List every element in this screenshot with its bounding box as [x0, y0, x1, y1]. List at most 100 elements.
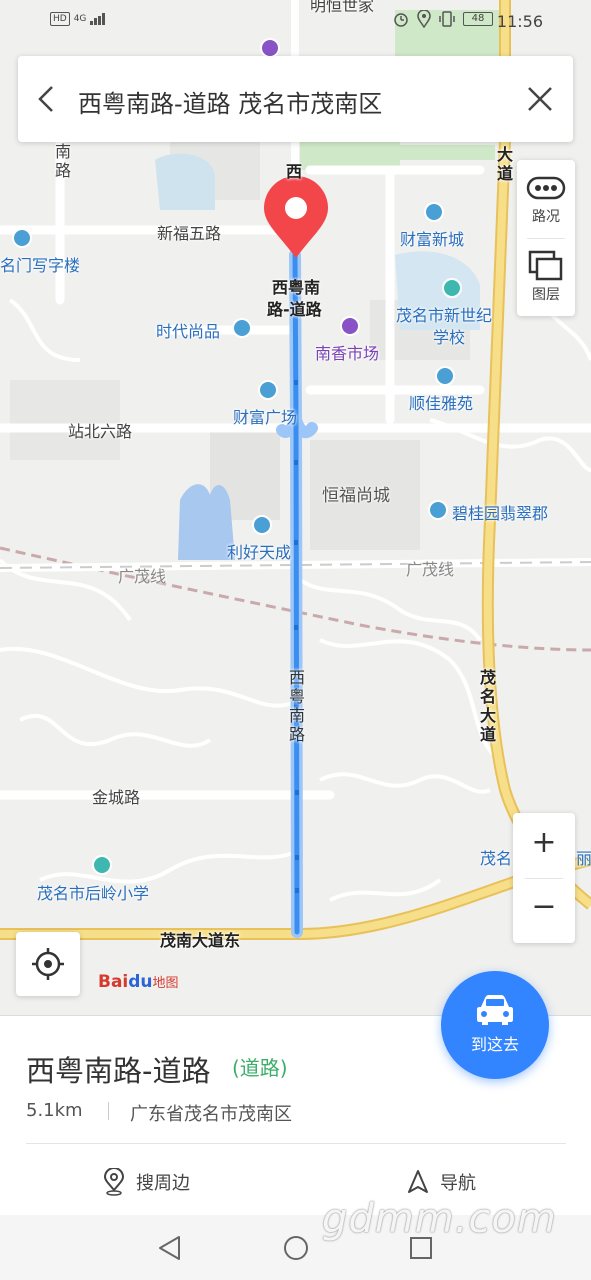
- place-distance: 5.1km: [26, 1100, 83, 1121]
- back-button[interactable]: [32, 82, 64, 116]
- close-icon: [528, 87, 552, 111]
- poi-icon: [428, 500, 448, 520]
- status-bar: HD 4G 48 11:56: [0, 0, 591, 46]
- map-label: 利好天成: [227, 543, 292, 562]
- map-label: 路-道路: [267, 300, 322, 319]
- locate-me-button[interactable]: [16, 932, 80, 996]
- map-label: 南香市场: [315, 344, 380, 363]
- map-label: 丽: [576, 849, 591, 868]
- poi-icon: [92, 855, 112, 875]
- map-label-char: 大: [496, 145, 513, 164]
- map-label: 学校: [433, 328, 466, 347]
- navigation-arrow-icon: [408, 1170, 428, 1193]
- search-bar: 西粤南路-道路 茂名市茂南区: [18, 56, 573, 142]
- poi-icon: [435, 366, 455, 386]
- map-label: 广茂线: [118, 567, 167, 586]
- map-label: 金城路: [92, 788, 141, 807]
- map-label: 西粤南: [272, 278, 321, 297]
- zoom-out-button[interactable]: −: [513, 879, 575, 943]
- poi-icon: [258, 380, 278, 400]
- crosshair-icon: [32, 948, 64, 980]
- poi-icon: [424, 202, 444, 222]
- map-view[interactable]: 明恒世家 南 路 西 新福五路 名门写字楼 财富新城 西粤南 路-道路 茂名市新…: [0, 0, 591, 1015]
- logo-du: du: [128, 972, 153, 992]
- map-label-char: 路: [288, 725, 305, 744]
- map-label: 财富新城: [400, 230, 465, 249]
- map-label: 广茂线: [406, 560, 455, 579]
- location-icon: [417, 10, 431, 28]
- map-label-char: 西: [288, 668, 305, 687]
- map-label-char: 大: [479, 706, 496, 725]
- map-controls: 路况 图层: [517, 160, 575, 316]
- map-label: 茂名: [480, 849, 513, 868]
- nav-back-button[interactable]: [155, 1233, 185, 1263]
- map-label: 时代尚品: [156, 322, 221, 341]
- navigate-label: 导航: [440, 1173, 476, 1194]
- zoom-in-button[interactable]: +: [513, 813, 575, 877]
- plus-icon: +: [531, 825, 557, 860]
- traffic-button[interactable]: 路况: [517, 160, 575, 238]
- map-label: 新福五路: [157, 224, 222, 243]
- place-type: (道路): [232, 1056, 288, 1080]
- logo-map: 地图: [152, 976, 179, 991]
- layers-button[interactable]: 图层: [517, 238, 575, 316]
- search-nearby-label: 搜周边: [136, 1173, 190, 1194]
- map-label-char: 南: [288, 706, 305, 725]
- vibrate-icon: [439, 11, 455, 27]
- watermark: gdmm.com: [322, 1196, 557, 1242]
- battery-icon: 48: [463, 12, 493, 26]
- chevron-left-icon: [38, 86, 53, 112]
- map-label: 路: [55, 161, 72, 180]
- close-button[interactable]: [523, 82, 557, 116]
- status-icons: 48: [393, 10, 493, 28]
- poi-icon: [442, 278, 462, 298]
- circle-home-icon: [284, 1236, 308, 1260]
- poi-icon: [340, 316, 360, 336]
- layers-icon: [528, 250, 563, 281]
- poi-icon: [232, 318, 252, 338]
- logo-bai: Bai: [98, 972, 129, 992]
- place-name: 西粤南路-道路: [26, 1054, 211, 1088]
- map-label-char: 道: [479, 725, 496, 744]
- alarm-icon: [394, 13, 408, 27]
- map-label: 茂名市后岭小学: [37, 884, 150, 903]
- map-label: 名门写字楼: [0, 256, 81, 275]
- map-label: 财富广场: [233, 408, 298, 427]
- divider: [108, 1102, 109, 1120]
- map-label-char: 名: [479, 687, 496, 706]
- nav-home-button[interactable]: [281, 1233, 311, 1263]
- search-nearby-button[interactable]: 搜周边: [102, 1164, 190, 1200]
- map-label: 茂南大道东: [160, 931, 241, 950]
- place-address: 广东省茂名市茂南区: [130, 1104, 292, 1125]
- map-label-vertical: 西 粤 南 路: [288, 668, 306, 744]
- network-indicators: HD 4G: [50, 12, 106, 26]
- map-label-char: 粤: [288, 687, 305, 706]
- baidu-map-logo: Baidu地图: [98, 972, 179, 992]
- map-label-char: 茂: [479, 668, 496, 687]
- map-label: 碧桂园翡翠郡: [452, 504, 549, 523]
- triangle-back-icon: [159, 1236, 180, 1260]
- map-label: 顺佳雅苑: [409, 394, 474, 413]
- poi-icon: [12, 228, 32, 248]
- map-label-char: 道: [496, 164, 513, 183]
- map-label: 站北六路: [68, 422, 133, 441]
- hd-badge: HD: [50, 12, 70, 26]
- search-query[interactable]: 西粤南路-道路 茂名市茂南区: [78, 84, 382, 119]
- map-label: 西: [286, 162, 303, 181]
- car-icon: [477, 995, 513, 1025]
- navigate-button[interactable]: 导航: [406, 1164, 476, 1200]
- minus-icon: −: [531, 889, 557, 924]
- go-here-label: 到这去: [470, 1035, 519, 1054]
- go-here-button[interactable]: 到这去: [441, 971, 549, 1079]
- traffic-label: 路况: [532, 209, 560, 225]
- traffic-icon: [526, 176, 566, 200]
- map-label: 茂名市新世纪: [396, 306, 493, 325]
- map-label-vertical: 茂 名 大 道: [479, 668, 497, 744]
- signal-icon: [90, 13, 106, 25]
- map-label-vertical: 大 道: [496, 145, 514, 183]
- clock: 11:56: [496, 12, 543, 31]
- layers-label: 图层: [532, 287, 560, 303]
- location-pin-outline-icon: [103, 1168, 125, 1196]
- map-label: 恒福尚城: [322, 486, 390, 506]
- poi-icon: [252, 515, 272, 535]
